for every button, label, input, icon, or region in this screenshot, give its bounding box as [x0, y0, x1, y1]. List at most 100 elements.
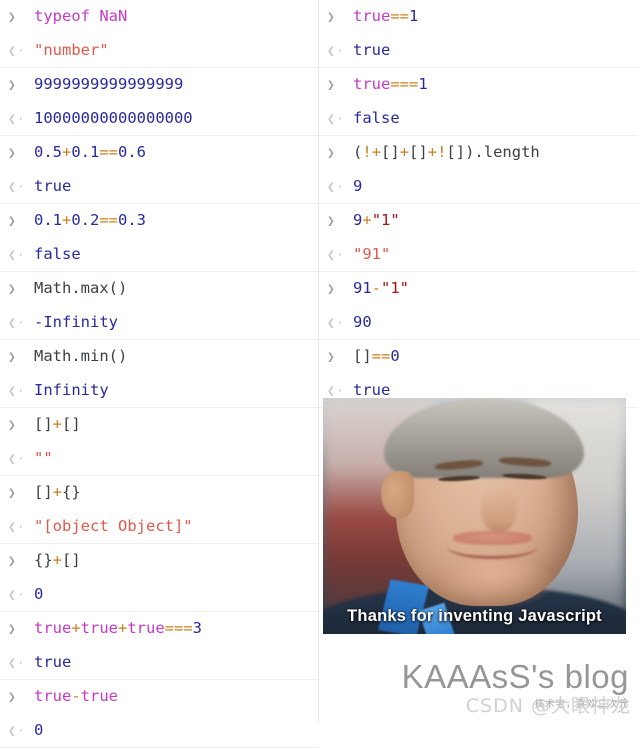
code-token: -: [371, 279, 382, 298]
console-input-code: Math.max(): [34, 280, 127, 297]
console-output-row: true: [0, 645, 318, 679]
code-token: 0.1: [34, 211, 62, 230]
console-output-value: true: [353, 41, 390, 59]
prompt-chevron-right-icon: [327, 145, 353, 160]
prompt-chevron-left-icon: [8, 315, 34, 330]
console-input-row[interactable]: true-true: [0, 680, 318, 714]
console-output-value: false: [34, 245, 81, 263]
console-input-row[interactable]: true==1: [319, 0, 638, 34]
code-token: []: [409, 143, 428, 162]
prompt-chevron-right-icon: [8, 77, 34, 92]
prompt-chevron-right-icon: [8, 485, 34, 500]
prompt-chevron-left-icon: [327, 383, 353, 398]
code-token: "[object Object]": [34, 516, 193, 535]
console-entry: 0.5+0.1==0.6 true: [0, 136, 318, 204]
console-output-row: 0: [0, 713, 318, 747]
code-token: 1: [418, 75, 428, 94]
console-input-row[interactable]: true===1: [319, 68, 638, 102]
code-token: 9: [353, 176, 363, 195]
code-token: +: [52, 483, 63, 502]
console-input-row[interactable]: 0.5+0.1==0.6: [0, 136, 318, 170]
console-output-row: -Infinity: [0, 305, 318, 339]
prompt-chevron-right-icon: [8, 349, 34, 364]
prompt-chevron-right-icon: [8, 621, 34, 636]
console-input-row[interactable]: 9+"1": [319, 204, 638, 238]
code-token: ==: [99, 211, 119, 230]
prompt-chevron-left-icon: [327, 247, 353, 262]
console-output-row: 10000000000000000: [0, 101, 318, 135]
code-token: true: [80, 687, 118, 706]
prompt-chevron-right-icon: [327, 9, 353, 24]
console-input-row[interactable]: true+true+true===3: [0, 612, 318, 646]
code-token: 90: [353, 312, 372, 331]
prompt-chevron-right-icon: [327, 281, 353, 296]
code-token: true: [353, 7, 391, 26]
prompt-chevron-left-icon: [8, 655, 34, 670]
console-input-code: Math.min(): [34, 348, 127, 365]
code-token: ===: [390, 75, 419, 94]
code-token: +: [62, 143, 72, 162]
console-output-row: false: [0, 237, 318, 271]
code-token: ).length: [465, 143, 540, 162]
console-input-code: 0.5+0.1==0.6: [34, 144, 146, 161]
console-input-code: typeof NaN: [34, 8, 127, 25]
code-token: +: [362, 211, 372, 230]
code-token: Math.max(): [34, 279, 128, 298]
console-input-code: (!+[]+[]+![]).length: [353, 144, 540, 161]
console-input-row[interactable]: 9999999999999999: [0, 68, 318, 102]
console-input-row[interactable]: Math.min(): [0, 340, 318, 374]
prompt-chevron-right-icon: [8, 213, 34, 228]
console-input-row[interactable]: []+{}: [0, 476, 318, 510]
console-entry: 9+"1" "91": [319, 204, 638, 272]
console-input-row[interactable]: []+[]: [0, 408, 318, 442]
prompt-chevron-right-icon: [327, 213, 353, 228]
console-output-value: "": [34, 449, 53, 467]
console-output-row: "91": [319, 237, 638, 271]
console-input-row[interactable]: typeof NaN: [0, 0, 318, 34]
console-input-row[interactable]: Math.max(): [0, 272, 318, 306]
code-token: -: [71, 687, 81, 706]
prompt-chevron-left-icon: [327, 179, 353, 194]
console-input-row[interactable]: (!+[]+[]+![]).length: [319, 136, 638, 170]
code-token: 9: [353, 211, 363, 230]
console-entry: true===1 false: [319, 68, 638, 136]
console-entry: []+[] "": [0, 408, 318, 476]
code-token: "1": [371, 211, 400, 230]
code-token: 0: [390, 347, 400, 366]
console-entry: 0.1+0.2==0.3 false: [0, 204, 318, 272]
meme-photo: Thanks for inventing Javascript: [323, 398, 626, 634]
code-token: true: [80, 619, 118, 638]
photo-backdrop: [323, 398, 626, 634]
code-token: ==: [371, 347, 391, 366]
console-input-code: 91-"1": [353, 280, 409, 297]
console-output-value: "number": [34, 41, 109, 59]
code-token: +: [52, 415, 63, 434]
prompt-chevron-right-icon: [327, 77, 353, 92]
prompt-chevron-left-icon: [8, 247, 34, 262]
right-console-column: Thanks for inventing Javascript true==1t…: [319, 0, 638, 724]
code-token: -Infinity: [34, 312, 118, 331]
console-output-value: Infinity: [34, 381, 109, 399]
code-token: true: [34, 652, 72, 671]
console-output-row: false: [319, 101, 638, 135]
console-input-row[interactable]: {}+[]: [0, 544, 318, 578]
console-input-code: []+{}: [34, 484, 81, 501]
console-output-value: "[object Object]": [34, 516, 193, 535]
prompt-chevron-left-icon: [8, 587, 34, 602]
console-output-value: 0: [34, 585, 43, 603]
console-input-row[interactable]: []==0: [319, 340, 638, 374]
console-output-value: true: [34, 177, 71, 195]
console-output-row: "": [0, 441, 318, 475]
prompt-chevron-left-icon: [327, 111, 353, 126]
code-token: true: [34, 687, 72, 706]
console-output-value: true: [353, 381, 390, 399]
code-token: true: [353, 75, 391, 94]
console-input-row[interactable]: 91-"1": [319, 272, 638, 306]
console-input-row[interactable]: 0.1+0.2==0.3: [0, 204, 318, 238]
code-token: ==: [390, 7, 409, 26]
console-output-value: 0: [34, 721, 43, 739]
code-token: ==: [99, 143, 119, 162]
code-token: "1": [381, 279, 410, 298]
code-token: 0.1: [71, 143, 100, 162]
prompt-chevron-left-icon: [8, 111, 34, 126]
